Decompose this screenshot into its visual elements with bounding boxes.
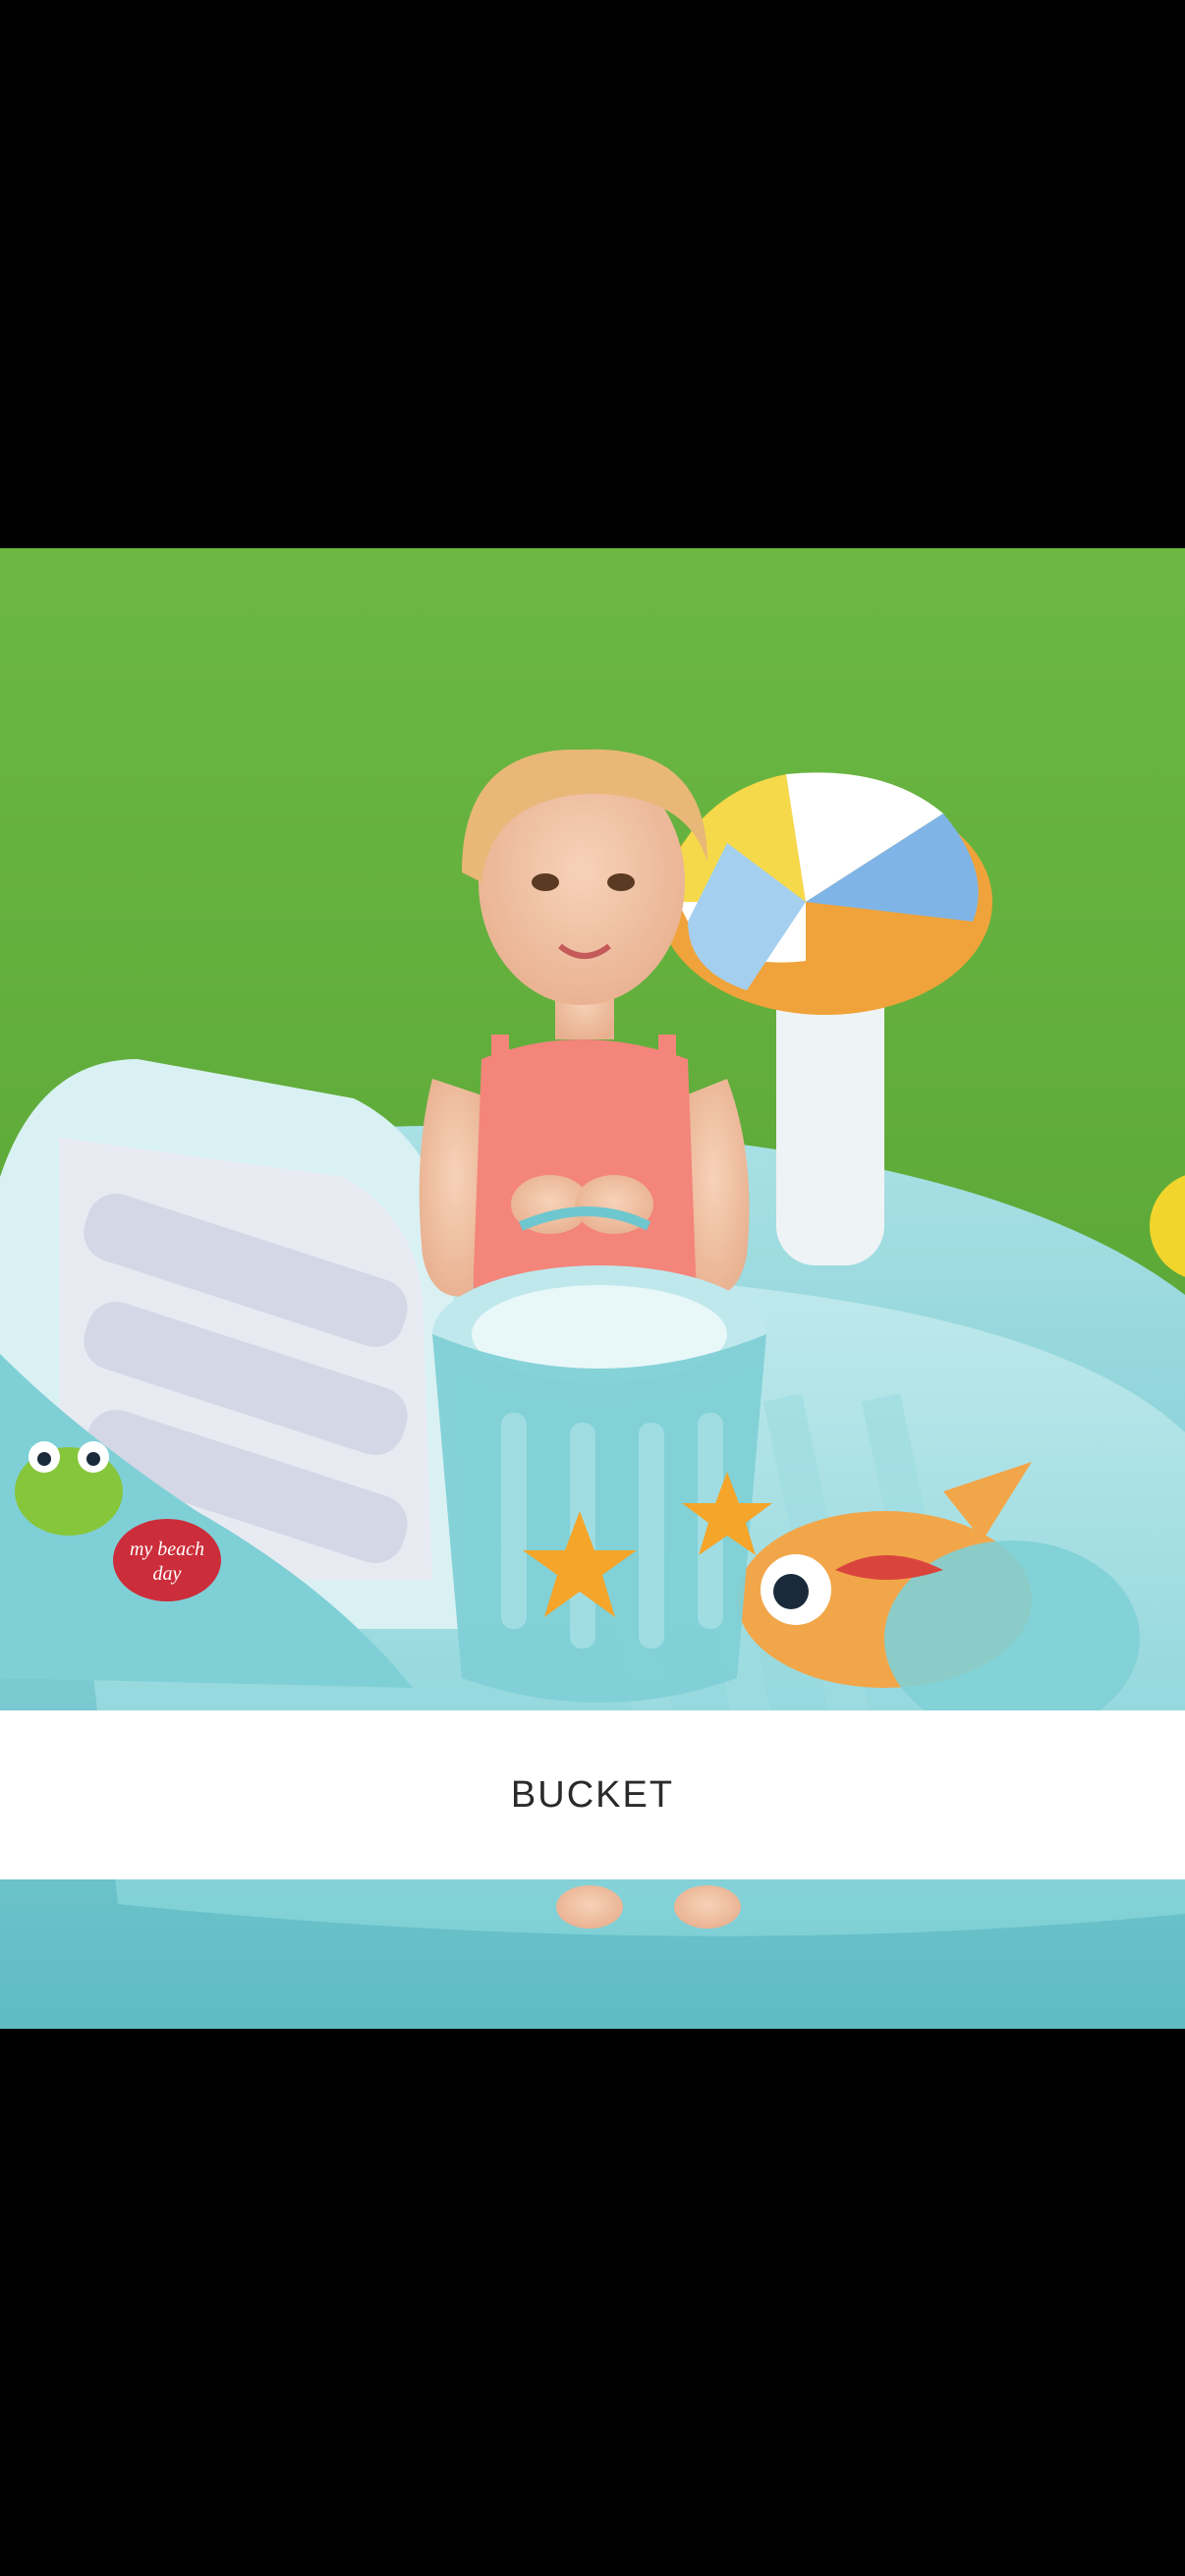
image-caption: BUCKET <box>510 1773 675 1816</box>
decal-text-line: day <box>153 1563 182 1585</box>
image-viewer: my beach day BUCKET <box>0 0 1185 2576</box>
decal-text-line: my beach <box>130 1539 204 1560</box>
my-beach-day-decal: my beach day <box>113 1519 221 1601</box>
frog-decal <box>15 1441 123 1536</box>
caption-bar: BUCKET <box>0 1710 1185 1879</box>
inflatable-slide <box>0 1059 462 1688</box>
